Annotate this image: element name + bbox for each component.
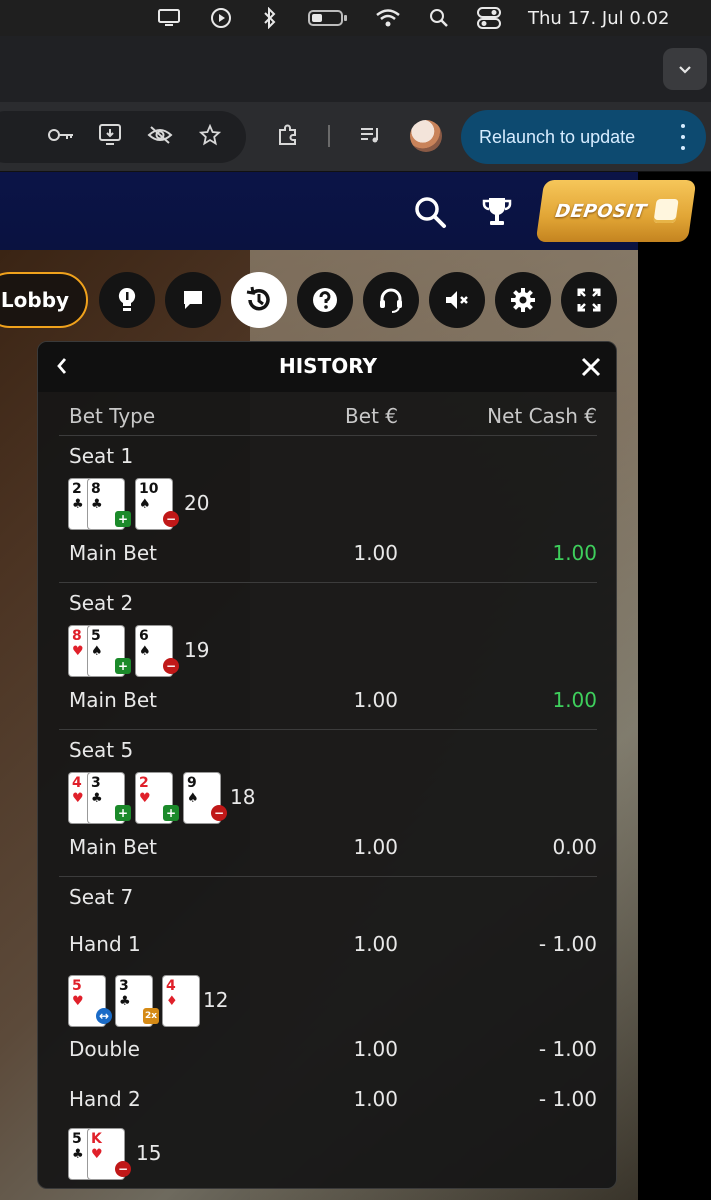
- fullscreen-icon[interactable]: [561, 272, 617, 328]
- trophy-icon[interactable]: [477, 192, 517, 232]
- stand-badge-icon: −: [163, 511, 179, 527]
- media-controls-icon[interactable]: [356, 120, 386, 150]
- eye-off-icon[interactable]: [145, 120, 175, 150]
- playing-card: 4 ♦: [163, 976, 199, 1026]
- net-cash: 0.00: [552, 835, 597, 859]
- playing-card: K ♥ −: [88, 1129, 131, 1179]
- hit-badge-icon: +: [115, 805, 131, 821]
- hit-badge-icon: +: [115, 511, 131, 527]
- browser-tabstrip: [0, 36, 711, 102]
- playing-card: 9 ♠ −: [184, 773, 227, 823]
- hit-badge-icon: +: [115, 658, 131, 674]
- battery-icon[interactable]: [308, 6, 348, 30]
- playing-card: 3 ♣ 2x: [116, 976, 159, 1026]
- bet-amount: 1.00: [353, 688, 398, 712]
- net-cash: - 1.00: [538, 1037, 597, 1061]
- playing-card: 10 ♠ −: [136, 479, 179, 529]
- search-icon[interactable]: [426, 6, 452, 30]
- play-icon[interactable]: [208, 6, 234, 30]
- more-vert-icon: [680, 124, 686, 150]
- history-title: HISTORY: [278, 354, 378, 378]
- bulb-icon[interactable]: [99, 272, 155, 328]
- search-icon[interactable]: [410, 192, 450, 232]
- key-icon[interactable]: [46, 120, 76, 150]
- net-cash: - 1.00: [538, 932, 597, 956]
- relaunch-to-update-button[interactable]: Relaunch to update: [461, 110, 706, 164]
- hand-total: 18: [230, 785, 256, 809]
- bet-amount: 1.00: [353, 541, 398, 565]
- stand-badge-icon: −: [115, 1161, 131, 1177]
- control-center-icon[interactable]: [476, 6, 502, 30]
- bet-type: Main Bet: [69, 541, 157, 565]
- install-app-icon[interactable]: [96, 120, 126, 150]
- relaunch-label: Relaunch to update: [479, 126, 636, 147]
- hand-total: 12: [203, 988, 229, 1012]
- close-button[interactable]: [576, 352, 606, 382]
- net-cash: 1.00: [552, 688, 597, 712]
- playing-card: 8 ♣ +: [88, 479, 131, 529]
- hand-total: 20: [184, 491, 210, 515]
- stand-badge-icon: −: [163, 658, 179, 674]
- bet-amount: 1.00: [353, 1087, 398, 1111]
- bet-amount: 1.00: [353, 1037, 398, 1061]
- playing-card: 6 ♠ −: [136, 626, 179, 676]
- profile-avatar[interactable]: [410, 120, 442, 152]
- bet-amount: 1.00: [353, 835, 398, 859]
- lobby-button[interactable]: Lobby: [0, 272, 88, 328]
- history-icon[interactable]: [231, 272, 287, 328]
- macos-menubar: Thu 17. Jul 0.02: [0, 0, 711, 36]
- hand-total: 19: [184, 638, 210, 662]
- hand-total: 15: [136, 1141, 162, 1165]
- hand-label: Hand 1: [69, 932, 141, 956]
- toolbar-separator: [328, 125, 330, 147]
- display-icon[interactable]: [156, 6, 182, 30]
- net-cash: - 1.00: [538, 1087, 597, 1111]
- bet-amount: 1.00: [353, 932, 398, 956]
- playing-card: 5 ♠ +: [88, 626, 131, 676]
- bet-type: Main Bet: [69, 688, 157, 712]
- playing-card: 3 ♣ +: [88, 773, 131, 823]
- bet-type: Main Bet: [69, 835, 157, 859]
- split-badge-icon: ↔: [96, 1008, 112, 1024]
- playing-card: 5 ♥ ↔: [69, 976, 112, 1026]
- support-icon[interactable]: [363, 272, 419, 328]
- chat-icon[interactable]: [165, 272, 221, 328]
- stand-badge-icon: −: [211, 805, 227, 821]
- playing-card: 2 ♥ +: [136, 773, 179, 823]
- hand-label: Hand 2: [69, 1087, 141, 1111]
- tab-search-button[interactable]: [663, 48, 707, 90]
- lobby-label: Lobby: [0, 288, 70, 312]
- menubar-clock[interactable]: Thu 17. Jul 0.02: [528, 8, 669, 29]
- coins-icon: [652, 199, 679, 223]
- seat-label: Seat 2: [69, 591, 134, 615]
- chevron-down-icon: [678, 60, 692, 79]
- bet-type: Double: [69, 1037, 140, 1061]
- settings-icon[interactable]: [495, 272, 551, 328]
- column-header-bet-type: Bet Type: [69, 404, 156, 428]
- history-panel: HISTORY Bet Type Bet € Net Cash € Seat 1…: [37, 341, 617, 1189]
- deposit-button[interactable]: DEPOSIT: [535, 180, 697, 242]
- history-header: HISTORY: [38, 342, 616, 392]
- seat-label: Seat 7: [69, 885, 134, 909]
- star-icon[interactable]: [195, 120, 225, 150]
- bluetooth-icon[interactable]: [257, 6, 283, 30]
- double-badge-icon: 2x: [143, 1008, 159, 1024]
- hit-badge-icon: +: [163, 805, 179, 821]
- net-cash: 1.00: [552, 541, 597, 565]
- wifi-icon[interactable]: [375, 6, 401, 30]
- column-header-bet: Bet €: [345, 404, 398, 428]
- help-icon[interactable]: [297, 272, 353, 328]
- extensions-icon[interactable]: [273, 120, 303, 150]
- mute-icon[interactable]: [429, 272, 485, 328]
- deposit-label: DEPOSIT: [553, 200, 649, 222]
- seat-label: Seat 1: [69, 444, 134, 468]
- column-header-net-cash: Net Cash €: [487, 404, 597, 428]
- seat-label: Seat 5: [69, 738, 134, 762]
- hand-1-cards: 5 ♥ ↔ 3 ♣ 2x 4 ♦: [69, 976, 209, 1028]
